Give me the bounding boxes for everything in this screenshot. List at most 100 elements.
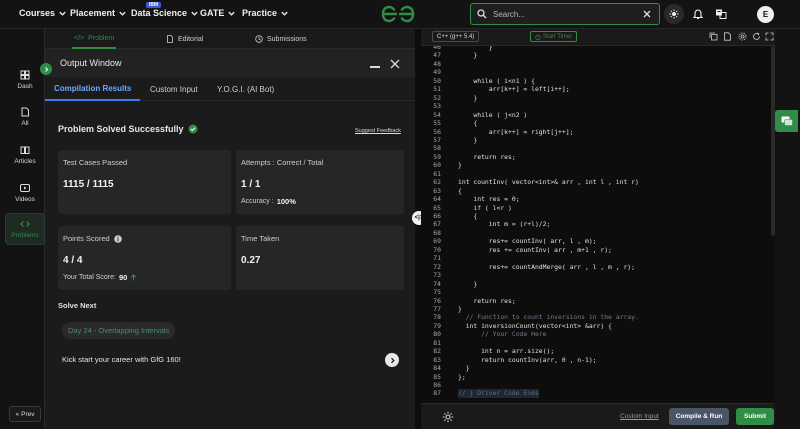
code-line[interactable]: 50 while ( i<n1 ) { [421, 77, 775, 86]
search-bar[interactable] [470, 3, 660, 25]
arrow-up-icon [131, 274, 137, 281]
code-line[interactable]: 52 } [421, 94, 775, 103]
custom-input-link[interactable]: Custom Input [620, 413, 659, 420]
code-line[interactable]: 71 [421, 254, 775, 263]
gfg-logo-icon[interactable] [380, 4, 416, 24]
submit-button[interactable]: Submit [736, 408, 774, 425]
code-line[interactable]: 67 int m = (r+l)/2; [421, 220, 775, 229]
compile-run-button[interactable]: Compile & Run [669, 408, 729, 425]
code-editor[interactable]: 46 } 47 } 48 49 50 while ( i<n1 ) {51 arr[k+… [421, 46, 775, 403]
code-line[interactable]: 56 arr[k++] = right[j++]; [421, 128, 775, 137]
code-line[interactable]: 58 [421, 144, 775, 153]
sidebar-item-all[interactable]: All [5, 101, 45, 133]
code-line[interactable]: 77} [421, 305, 775, 314]
collapse-panel-button[interactable] [40, 63, 52, 75]
code-line[interactable]: 78 // Function to count inversions in th… [421, 313, 775, 322]
code-line[interactable]: 61 [421, 170, 775, 179]
code-line[interactable]: 80 // Your Code Here [421, 330, 775, 339]
code-line[interactable]: 85}; [421, 373, 775, 382]
notifications-button[interactable] [689, 5, 707, 23]
code-line[interactable]: 72 res+= countAndMerge( arr , l , m , r)… [421, 263, 775, 272]
code-line[interactable]: 53 [421, 102, 775, 111]
code-line[interactable]: 63 { [421, 187, 775, 196]
tab-submissions[interactable]: Submissions [255, 29, 307, 49]
code-line[interactable]: 65 if ( l<r ) [421, 204, 775, 213]
code-line[interactable]: 86 [421, 381, 775, 390]
code-line[interactable]: 51 arr[k++] = left[i++]; [421, 85, 775, 94]
minimize-icon[interactable] [370, 66, 380, 68]
chat-button[interactable] [775, 110, 798, 132]
language-button[interactable] [712, 5, 730, 23]
start-timer-button[interactable]: Start Timer [530, 31, 578, 42]
code-line[interactable]: 60} [421, 161, 775, 170]
code-line[interactable]: 49 [421, 68, 775, 77]
copy-icon[interactable] [709, 32, 718, 41]
sidebar-item-dash[interactable]: Dash [5, 64, 45, 96]
nav-practice-label: Practice [242, 8, 278, 18]
code-line[interactable]: 57 } [421, 136, 775, 145]
avatar[interactable]: E [757, 6, 774, 23]
code-icon: </> [74, 34, 85, 42]
sidebar-item-videos[interactable]: Videos [5, 177, 45, 209]
code-line[interactable]: 84 } [421, 364, 775, 373]
close-icon[interactable] [390, 59, 400, 69]
code-line[interactable]: 47 } [421, 51, 775, 60]
book-icon [20, 146, 30, 154]
card-label: Attempts : Correct / Total [241, 158, 324, 167]
tab-yogi-ai-bot[interactable]: Y.O.G.I. (AI Bot) [208, 77, 283, 101]
nav-courses[interactable]: Courses [19, 8, 67, 18]
right-rail [775, 29, 800, 429]
nav-data-science[interactable]: Data Science [131, 8, 199, 18]
code-line[interactable]: 81 [421, 339, 775, 348]
prev-button[interactable]: « Prev [9, 406, 41, 422]
reset-icon[interactable] [752, 32, 761, 41]
editor-toolbar: C++ (g++ 5.4) Start Timer [421, 29, 775, 46]
sidebar-item-problems[interactable]: Problems [5, 213, 45, 245]
sidebar-item-articles[interactable]: Articles [5, 139, 45, 171]
language-select[interactable]: C++ (g++ 5.4) [432, 31, 480, 42]
code-line[interactable]: 54 while ( j<n2 ) [421, 111, 775, 120]
code-line[interactable]: 87 // } Driver Code Ends [421, 389, 775, 398]
tab-editorial[interactable]: Editorial [166, 29, 203, 49]
code-line[interactable]: 64 int res = 0; [421, 195, 775, 204]
search-input[interactable] [493, 9, 633, 19]
nav-practice[interactable]: Practice [242, 8, 289, 18]
double-chevron-left-icon: « [15, 410, 20, 418]
code-line[interactable]: 48 [421, 60, 775, 69]
code-line[interactable]: 79 int inversionCount(vector<int> &arr) … [421, 322, 775, 331]
code-line[interactable]: 69 res+= countInv( arr, l , m); [421, 237, 775, 246]
code-line[interactable]: 66 { [421, 212, 775, 221]
theme-toggle-button[interactable] [664, 4, 684, 24]
file-icon[interactable] [723, 32, 732, 41]
nav-placement[interactable]: Placement [70, 8, 127, 18]
code-line[interactable]: 62 int countInv( vector<int>& arr , int l… [421, 178, 775, 187]
settings-icon[interactable] [738, 32, 747, 41]
code-line[interactable]: 75 [421, 288, 775, 297]
code-line[interactable]: 74 } [421, 280, 775, 289]
tab-custom-input[interactable]: Custom Input [141, 77, 207, 101]
code-line[interactable]: 82 int n = arr.size(); [421, 347, 775, 356]
code-line[interactable]: 70 res += countInv( arr , m+1 , r); [421, 246, 775, 255]
tab-label: Y.O.G.I. (AI Bot) [217, 84, 275, 94]
nav-gate[interactable]: GATE [200, 8, 236, 18]
code-line[interactable]: 55 { [421, 119, 775, 128]
sidebar-item-label: Problems [11, 232, 39, 239]
fullscreen-icon[interactable] [765, 32, 774, 41]
info-icon[interactable] [113, 234, 122, 243]
tab-compilation-results[interactable]: Compilation Results [45, 77, 141, 101]
test-cases-card: Test Cases Passed 1115 / 1115 [58, 150, 231, 214]
kickstart-go-button[interactable] [385, 353, 399, 367]
code-line[interactable]: 59 return res; [421, 153, 775, 162]
code-line[interactable]: 83 return countInv(arr, 0 , n-1); [421, 356, 775, 365]
gear-icon[interactable] [442, 411, 454, 423]
code-line[interactable]: 73 [421, 271, 775, 280]
line-number: 52 [433, 93, 441, 102]
code-line[interactable]: 76 return res; [421, 297, 775, 306]
code-line[interactable]: 68 [421, 229, 775, 238]
clock-icon [255, 35, 263, 43]
clear-search-icon[interactable] [641, 8, 653, 20]
line-number: 50 [433, 76, 441, 85]
tab-problem[interactable]: </> Problem [72, 29, 117, 49]
suggest-feedback-link[interactable]: Suggest Feedback [355, 128, 401, 134]
next-problem-link[interactable]: Day 24 - Overlapping Intervals [62, 322, 176, 339]
